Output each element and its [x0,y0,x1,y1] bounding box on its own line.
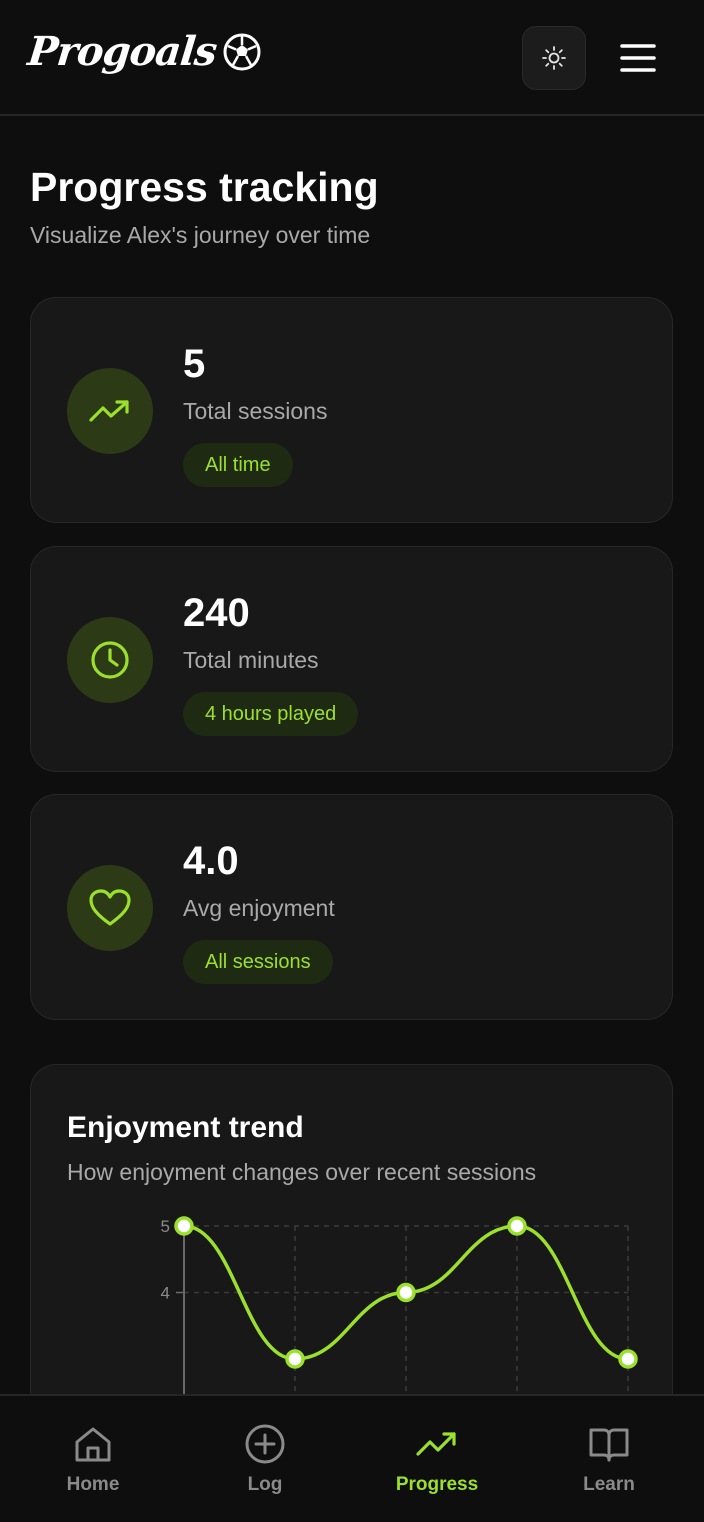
plus-circle-icon [245,1424,285,1464]
stat-badge: All sessions [183,940,333,984]
y-tick-label: 5 [161,1217,170,1236]
stat-value: 4.0 [183,839,239,883]
stat-badge: 4 hours played [183,692,359,736]
stat-label: Total minutes [183,647,319,673]
data-point [174,1216,194,1236]
menu-button[interactable] [612,32,664,84]
data-point [618,1349,638,1369]
heart-icon [89,889,131,926]
soccer-ball-icon [223,33,261,70]
top-header: Progoals [0,0,704,116]
nav-item-progress[interactable]: Progress [367,1396,507,1522]
data-point [396,1282,416,1303]
book-icon [589,1428,629,1462]
home-icon [75,1427,111,1462]
nav-label: Learn [583,1474,635,1495]
data-point [285,1349,305,1369]
nav-label: Home [66,1474,120,1495]
nav-label: Progress [395,1474,479,1495]
data-point [507,1216,527,1236]
stat-icon-circle [67,617,153,703]
sun-icon [542,46,566,70]
clock-icon [91,641,129,679]
progoals-logo[interactable]: Progoals [25,28,262,75]
nav-item-home[interactable]: Home [23,1396,163,1522]
stat-label: Total sessions [183,398,328,424]
bottom-nav: Home Log Progress Learn [0,1394,704,1522]
page-title: Progress tracking [30,164,379,210]
trending-up-icon [89,400,129,422]
stat-card-avg-enjoyment: 4.0 Avg enjoyment All sessions [30,794,673,1020]
y-tick-label: 4 [161,1284,170,1303]
nav-item-learn[interactable]: Learn [539,1396,679,1522]
stat-icon-circle [67,368,153,454]
stat-icon-circle [67,865,153,951]
theme-toggle-button[interactable] [522,26,586,90]
hamburger-menu-icon [620,44,656,72]
trending-up-icon [416,1432,456,1456]
stat-value: 240 [183,591,250,635]
stat-value: 5 [183,342,206,386]
stat-badge: All time [183,443,293,487]
nav-label: Log [247,1474,283,1495]
logo-text: Progoals [25,28,219,75]
stat-label: Avg enjoyment [183,895,335,921]
page-subtitle: Visualize Alex's journey over time [30,222,371,248]
stat-card-total-minutes: 240 Total minutes 4 hours played [30,546,673,772]
nav-item-log[interactable]: Log [195,1396,335,1522]
app-root: Progoals Progress tracking Visualize Ale… [0,0,704,1522]
stat-card-total-sessions: 5 Total sessions All time [30,297,673,523]
